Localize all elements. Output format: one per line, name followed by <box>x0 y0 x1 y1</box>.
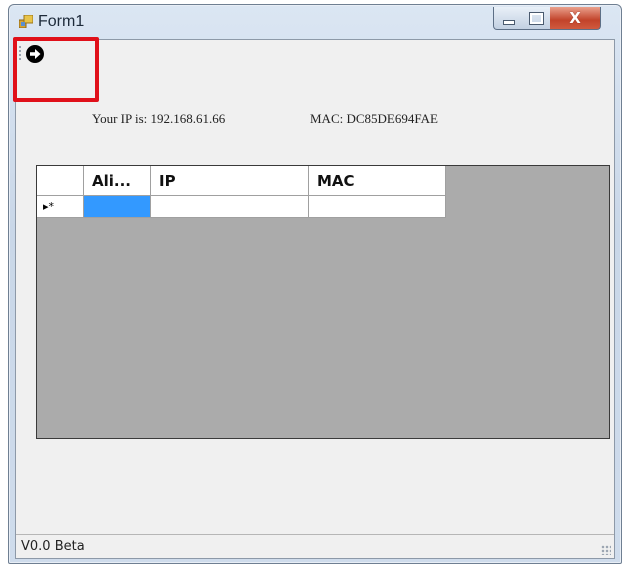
minimize-button[interactable] <box>493 7 524 30</box>
mac-label: MAC: DC85DE694FAE <box>310 111 438 126</box>
main-window: Form1 X Your IP is: 192.168.61.66 MAC: D… <box>8 4 622 564</box>
close-button[interactable]: X <box>550 7 601 30</box>
table-row[interactable]: ▸* <box>37 196 446 218</box>
ip-label: Your IP is: 192.168.61.66 <box>92 111 226 126</box>
data-grid[interactable]: Ali... IP MAC ▸* <box>36 165 610 439</box>
grid-header: Ali... IP MAC <box>37 166 446 196</box>
status-bar: V0.0 Beta <box>16 534 614 558</box>
app-icon <box>19 15 33 28</box>
resize-grip-icon[interactable] <box>601 545 611 555</box>
window-title: Form1 <box>38 13 85 30</box>
cell-mac[interactable] <box>309 196 446 218</box>
status-text: V0.0 Beta <box>21 539 85 554</box>
highlight-box <box>13 37 99 102</box>
minimize-icon <box>502 19 515 25</box>
maximize-button[interactable] <box>522 7 551 30</box>
toolbar <box>13 37 614 102</box>
cell-ip[interactable] <box>151 196 309 218</box>
column-header-alias[interactable]: Ali... <box>84 166 151 195</box>
row-header-corner[interactable] <box>37 166 84 195</box>
column-header-ip[interactable]: IP <box>151 166 309 195</box>
column-header-mac[interactable]: MAC <box>309 166 446 195</box>
close-icon: X <box>569 9 581 27</box>
maximize-icon <box>528 11 544 25</box>
title-bar[interactable]: Form1 X <box>9 5 621 39</box>
cell-alias[interactable] <box>84 196 151 218</box>
form-client-area: Your IP is: 192.168.61.66 MAC: DC85DE694… <box>13 37 615 559</box>
new-row-indicator[interactable]: ▸* <box>37 196 84 218</box>
